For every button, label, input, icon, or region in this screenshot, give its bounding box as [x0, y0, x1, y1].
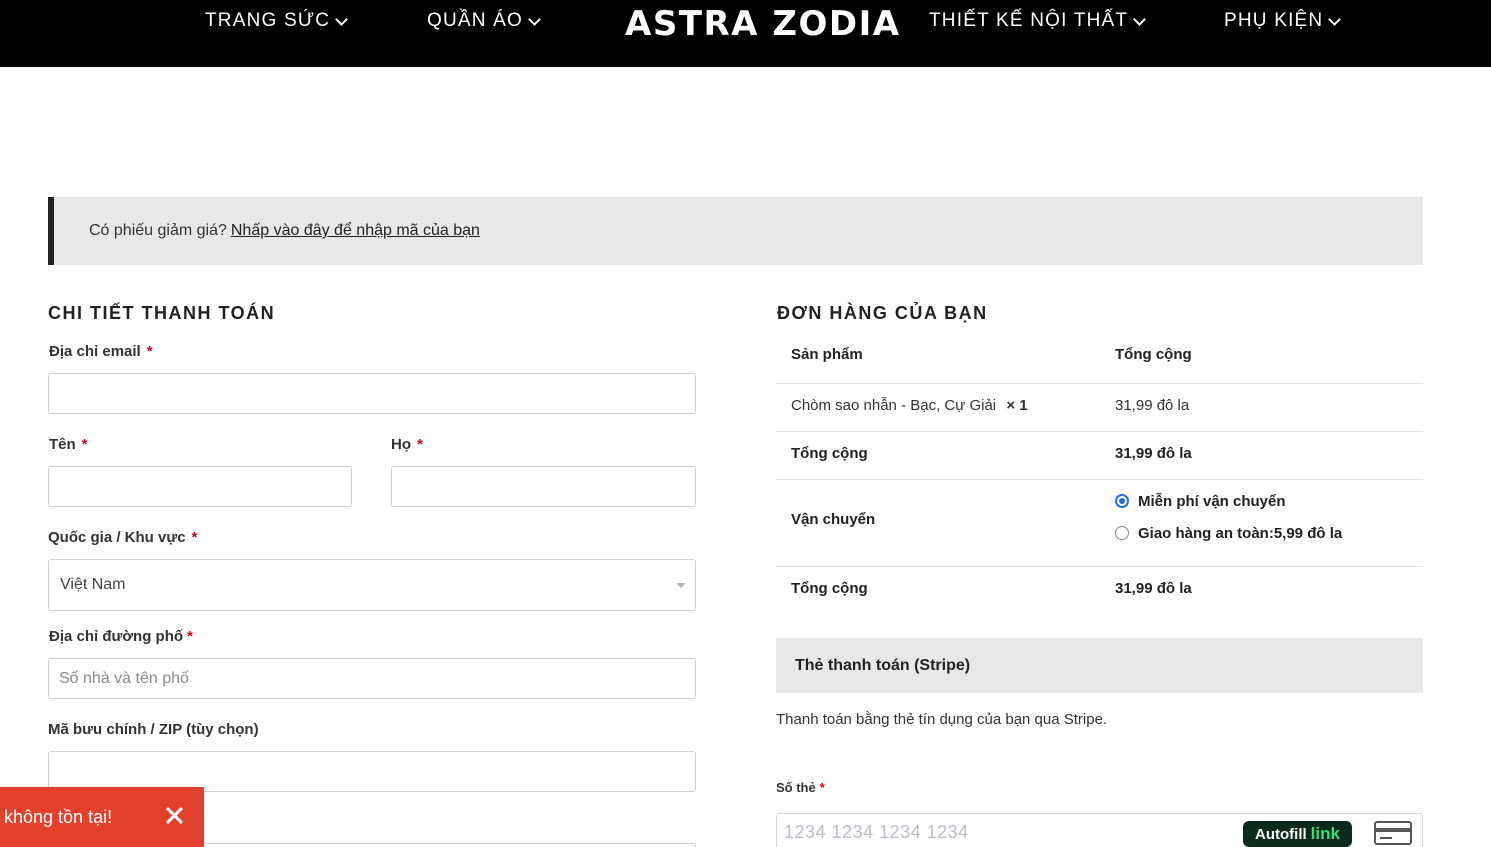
required-mark: * — [417, 436, 423, 453]
billing-title: CHI TIẾT THANH TOÁN — [48, 303, 276, 323]
table-row: Chòm sao nhẫn - Bạc, Cự Giải × 1 31,99 đ… — [776, 384, 1423, 432]
order-table: Sản phẩm Tổng cộng Chòm sao nhẫn - Bạc, … — [776, 332, 1423, 615]
brand-logo[interactable]: ASTRA ZODIA — [625, 4, 901, 44]
nav-item-label: THIẾT KẾ NỘI THẤT — [929, 10, 1129, 31]
email-label-text: Địa chỉ email — [49, 343, 141, 360]
total-row: Tổng cộng 31,99 đô la — [776, 567, 1423, 615]
caret-down-icon — [676, 583, 686, 588]
country-label: Quốc gia / Khu vực * — [48, 529, 197, 546]
item-quantity: × 1 — [1006, 397, 1028, 414]
chevron-down-icon — [1133, 13, 1147, 26]
link-logo: link — [1310, 824, 1340, 843]
country-value: Việt Nam — [60, 576, 126, 593]
first-name-label: Tên * — [49, 436, 88, 453]
autofill-link-button[interactable]: Autofill link — [1243, 821, 1352, 847]
first-name-field[interactable] — [48, 466, 352, 507]
chevron-down-icon — [1328, 13, 1342, 26]
chevron-down-icon — [528, 13, 541, 26]
shipping-option-label: Miễn phí vận chuyển — [1138, 493, 1286, 510]
first-name-label-text: Tên — [49, 436, 76, 453]
toast-message: không tồn tại! — [4, 806, 113, 827]
payment-description: Thanh toán bằng thẻ tín dụng của bạn qua… — [776, 711, 1108, 728]
required-mark: * — [187, 628, 193, 645]
nav-item-clothing[interactable]: QUẦN ÁO — [427, 10, 541, 32]
coupon-link[interactable]: Nhấp vào đây để nhập mã của bạn — [231, 222, 480, 240]
card-number-label: Số thẻ * — [776, 780, 825, 795]
email-label: Địa chỉ email * — [49, 343, 153, 360]
card-number-field[interactable]: 1234 1234 1234 1234 Autofill link — [776, 813, 1423, 847]
street-label-text: Địa chỉ đường phố — [49, 628, 184, 645]
required-mark: * — [146, 343, 153, 360]
shipping-row: Vận chuyển Miễn phí vận chuyển Giao hàng… — [776, 480, 1423, 567]
radio-selected-icon[interactable] — [1115, 494, 1129, 508]
required-mark: * — [191, 529, 198, 546]
radio-unselected-icon[interactable] — [1115, 526, 1129, 540]
nav-item-label: QUẦN ÁO — [427, 10, 524, 31]
nav-item-accessories[interactable]: PHỤ KIỆN — [1224, 10, 1342, 32]
country-label-text: Quốc gia / Khu vực — [48, 529, 186, 546]
last-name-label: Họ * — [391, 436, 423, 453]
item-name: Chòm sao nhẫn - Bạc, Cự Giải — [791, 397, 997, 414]
subtotal-value: 31,99 đô la — [1115, 445, 1192, 462]
coupon-notice: Có phiếu giảm giá? Nhấp vào đây để nhập … — [48, 197, 1423, 265]
column-header-total: Tổng cộng — [1115, 346, 1192, 363]
nav-item-label: TRANG SỨC — [205, 10, 331, 31]
street-address-field[interactable] — [48, 658, 696, 699]
email-field[interactable] — [48, 373, 696, 414]
order-title: ĐƠN HÀNG CỦA BẠN — [777, 303, 988, 323]
subtotal-row: Tổng cộng 31,99 đô la — [776, 432, 1423, 480]
nav-item-label: PHỤ KIỆN — [1224, 10, 1324, 31]
last-name-label-text: Họ — [391, 436, 411, 453]
card-number-label-text: Số thẻ — [776, 780, 816, 795]
order-item-cell: Chòm sao nhẫn - Bạc, Cự Giải × 1 — [791, 397, 1028, 414]
shipping-label: Vận chuyển — [791, 511, 876, 528]
total-label: Tổng cộng — [791, 580, 868, 597]
close-icon[interactable] — [163, 805, 185, 827]
autofill-text: Autofill — [1255, 825, 1307, 843]
subtotal-label: Tổng cộng — [791, 445, 868, 462]
required-mark: * — [819, 780, 825, 795]
shipping-option-free[interactable]: Miễn phí vận chuyển — [1115, 493, 1286, 510]
shipping-option-label: Giao hàng an toàn:5,99 đô la — [1138, 525, 1343, 542]
shipping-option-secure[interactable]: Giao hàng an toàn:5,99 đô la — [1115, 525, 1342, 542]
payment-method-stripe[interactable]: Thẻ thanh toán (Stripe) — [776, 638, 1423, 693]
card-number-placeholder: 1234 1234 1234 1234 — [784, 822, 969, 842]
total-value: 31,99 đô la — [1115, 580, 1192, 597]
zip-label: Mã bưu chính / ZIP (tùy chọn) — [48, 721, 259, 738]
credit-card-icon — [1374, 821, 1412, 845]
column-header-product: Sản phẩm — [791, 346, 863, 363]
top-navigation-bar: TRANG SỨC QUẦN ÁO ASTRA ZODIA THIẾT KẾ N… — [0, 0, 1491, 67]
table-header-row: Sản phẩm Tổng cộng — [776, 332, 1423, 384]
item-price: 31,99 đô la — [1115, 397, 1190, 414]
street-label: Địa chỉ đường phố * — [49, 628, 193, 645]
nav-item-jewelry[interactable]: TRANG SỨC — [205, 10, 349, 32]
zip-field[interactable] — [48, 751, 696, 792]
coupon-text: Có phiếu giảm giá? — [89, 222, 227, 239]
nav-item-interior-design[interactable]: THIẾT KẾ NỘI THẤT — [929, 10, 1147, 32]
error-toast: không tồn tại! — [0, 787, 204, 847]
country-select[interactable]: Việt Nam — [48, 559, 696, 611]
required-mark: * — [81, 436, 88, 453]
chevron-down-icon — [335, 13, 349, 26]
last-name-field[interactable] — [391, 466, 696, 507]
